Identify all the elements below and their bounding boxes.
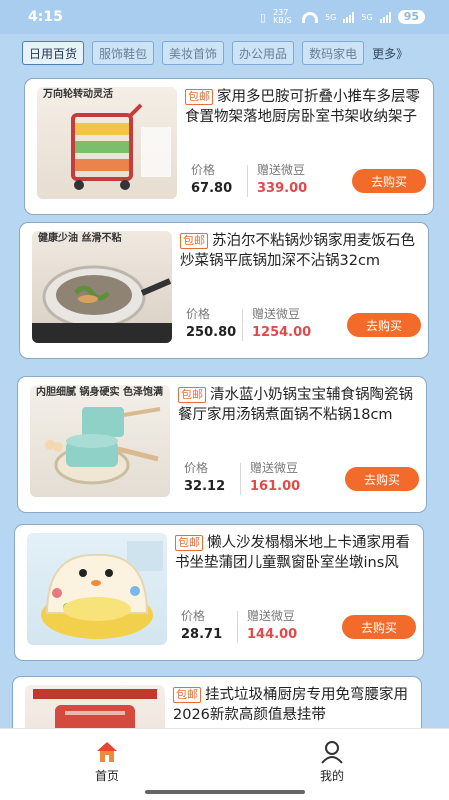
status-time: 4:15 bbox=[28, 9, 63, 25]
price-label: 价格 bbox=[184, 461, 209, 475]
nav-home-label: 首页 bbox=[94, 769, 119, 783]
home-icon bbox=[97, 742, 117, 762]
product-image: 内胆细腻 锅身硬实 色泽饱满 bbox=[30, 385, 170, 497]
bean-label: 赠送微豆 bbox=[257, 163, 306, 177]
signal-2: 5G bbox=[361, 12, 373, 22]
nav-me-label: 我的 bbox=[319, 769, 344, 783]
tabs-more-button[interactable]: 更多》 bbox=[372, 45, 408, 62]
divider bbox=[247, 165, 248, 197]
free-shipping-badge: 包邮 bbox=[185, 89, 213, 105]
product-card[interactable]: 万向轮转动灵活 包邮 家用多巴胺可折叠小推车多层零食置物架落地厨房卧室书架收纳架子… bbox=[24, 78, 434, 215]
vibrate-icon: ▯ bbox=[260, 10, 267, 24]
user-icon bbox=[321, 741, 343, 764]
bean-value: 1254.00 bbox=[252, 325, 312, 340]
signal-bars-2-icon bbox=[379, 11, 391, 23]
product-card[interactable]: 健康少油 丝滑不粘 包邮 苏泊尔不粘锅炒锅家用麦饭石色炒菜锅平底锅加深不沾锅32c… bbox=[19, 222, 429, 359]
product-card[interactable]: 内胆细腻 锅身硬实 色泽饱满 包邮 清水蓝小奶锅宝宝辅食锅陶瓷锅餐厅家用汤锅煮面锅… bbox=[17, 376, 427, 513]
tab-daily-goods[interactable]: 日用百货 bbox=[22, 41, 85, 65]
price-value: 32.12 bbox=[184, 479, 226, 494]
nav-me[interactable]: 我的 bbox=[302, 739, 362, 784]
price-value: 28.71 bbox=[181, 627, 223, 642]
pan-image-icon bbox=[32, 265, 172, 343]
product-title: 包邮 家用多巴胺可折叠小推车多层零食置物架落地厨房卧室书架收纳架子 bbox=[185, 89, 420, 125]
product-card[interactable]: 包邮 懒人沙发榻榻米地上卡通家用看书坐垫蒲团儿童飘窗卧室坐墩ins风 价格 28.… bbox=[14, 524, 424, 661]
price-label: 价格 bbox=[181, 609, 206, 623]
category-tabs: 日用百货 服饰鞋包 美妆首饰 办公用品 数码家电 更多》 bbox=[22, 40, 442, 66]
status-icons: ▯ 237 KB/S 5G 5G 95 bbox=[260, 9, 425, 25]
product-image bbox=[27, 533, 167, 645]
free-shipping-badge: 包邮 bbox=[175, 535, 203, 551]
price-label: 价格 bbox=[191, 163, 216, 177]
nav-home[interactable]: 首页 bbox=[77, 739, 137, 784]
bean-label: 赠送微豆 bbox=[252, 307, 301, 321]
free-shipping-badge: 包邮 bbox=[173, 687, 201, 703]
bean-label: 赠送微豆 bbox=[250, 461, 299, 475]
product-title: 包邮 懒人沙发榻榻米地上卡通家用看书坐垫蒲团儿童飘窗卧室坐墩ins风 bbox=[175, 535, 410, 571]
signal-1: 5G bbox=[325, 12, 337, 22]
sofa-image-icon bbox=[41, 541, 163, 639]
product-image: 万向轮转动灵活 bbox=[37, 87, 177, 199]
tab-office[interactable]: 办公用品 bbox=[232, 41, 295, 65]
tab-electronics[interactable]: 数码家电 bbox=[302, 41, 365, 65]
buy-button[interactable]: 去购买 bbox=[347, 313, 421, 337]
tab-apparel[interactable]: 服饰鞋包 bbox=[92, 41, 155, 65]
divider bbox=[242, 309, 243, 341]
price-label: 价格 bbox=[186, 307, 211, 321]
battery-indicator: 95 bbox=[397, 10, 425, 24]
product-title: 包邮 清水蓝小奶锅宝宝辅食锅陶瓷锅餐厅家用汤锅煮面锅不粘锅18cm bbox=[178, 387, 413, 423]
price-value: 250.80 bbox=[186, 325, 237, 340]
tab-beauty[interactable]: 美妆首饰 bbox=[162, 41, 225, 65]
price-value: 67.80 bbox=[191, 181, 233, 196]
wifi-icon bbox=[302, 11, 319, 23]
buy-button[interactable]: 去购买 bbox=[342, 615, 416, 639]
net-speed: 237 KB/S bbox=[273, 8, 292, 25]
free-shipping-badge: 包邮 bbox=[180, 233, 208, 249]
milk-pot-image-icon bbox=[45, 407, 161, 485]
bean-label: 赠送微豆 bbox=[247, 609, 296, 623]
signal-bars-1-icon bbox=[343, 11, 355, 23]
product-title: 包邮 苏泊尔不粘锅炒锅家用麦饭石色炒菜锅平底锅加深不沾锅32cm bbox=[180, 233, 415, 269]
bean-value: 339.00 bbox=[257, 181, 308, 196]
cart-image-icon bbox=[71, 103, 171, 190]
home-indicator bbox=[145, 790, 305, 794]
bean-value: 144.00 bbox=[247, 627, 298, 642]
divider bbox=[237, 611, 238, 643]
status-bar: 4:15 ▯ 237 KB/S 5G 5G 95 bbox=[0, 0, 449, 34]
divider bbox=[240, 463, 241, 495]
buy-button[interactable]: 去购买 bbox=[352, 169, 426, 193]
buy-button[interactable]: 去购买 bbox=[345, 467, 419, 491]
free-shipping-badge: 包邮 bbox=[178, 387, 206, 403]
bean-value: 161.00 bbox=[250, 479, 301, 494]
product-image: 健康少油 丝滑不粘 bbox=[32, 231, 172, 343]
